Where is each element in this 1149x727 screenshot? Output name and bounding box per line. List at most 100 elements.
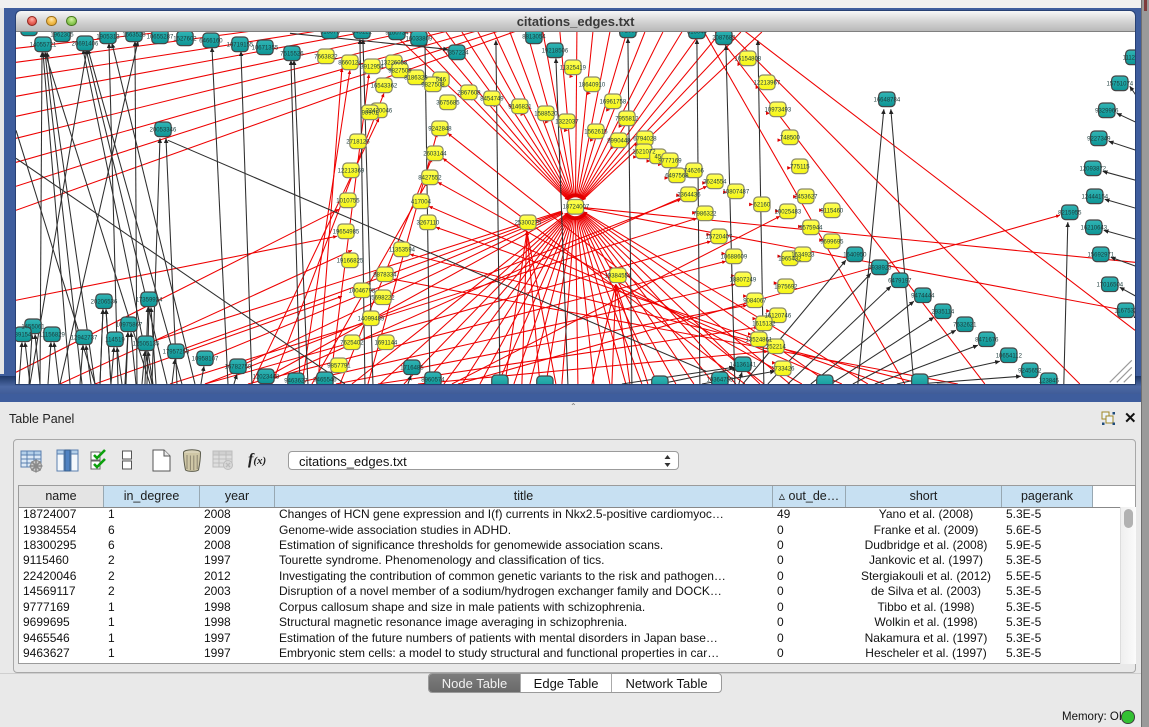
svg-text:252214: 252214 — [766, 344, 787, 350]
svg-text:417004: 417004 — [411, 199, 432, 205]
svg-text:11325419: 11325419 — [560, 65, 587, 71]
svg-text:1621072: 1621072 — [632, 149, 656, 155]
svg-text:10719155: 10719155 — [227, 42, 254, 48]
svg-text:10958107: 10958107 — [192, 356, 219, 362]
svg-text:816044: 816044 — [687, 32, 708, 35]
svg-text:1562615: 1562615 — [584, 129, 608, 135]
svg-text:123845: 123845 — [1039, 378, 1060, 384]
svg-text:1691144: 1691144 — [375, 340, 399, 346]
svg-text:10025483: 10025483 — [775, 209, 802, 215]
svg-text:15692971: 15692971 — [1087, 252, 1114, 258]
svg-text:16648784: 16648784 — [874, 97, 901, 103]
svg-text:9245652: 9245652 — [1018, 368, 1042, 374]
svg-text:16782759: 16782759 — [225, 364, 252, 370]
svg-text:8471676: 8471676 — [975, 337, 999, 343]
svg-text:10671355: 10671355 — [252, 45, 279, 51]
svg-text:8960574: 8960574 — [421, 377, 445, 383]
svg-text:2087682: 2087682 — [712, 35, 736, 41]
svg-text:62160: 62160 — [754, 202, 771, 208]
svg-text:1663528: 1663528 — [122, 32, 146, 38]
svg-text:2867608: 2867608 — [457, 90, 481, 96]
svg-text:1640950: 1640950 — [843, 252, 867, 258]
svg-text:12023448: 12023448 — [253, 374, 280, 380]
svg-text:9857791: 9857791 — [327, 363, 351, 369]
svg-text:12213369: 12213369 — [338, 168, 365, 174]
svg-text:9084067: 9084067 — [743, 298, 767, 304]
svg-text:16961758: 16961758 — [600, 99, 627, 105]
svg-text:14055721: 14055721 — [30, 42, 57, 48]
svg-text:9575944: 9575944 — [799, 225, 823, 231]
svg-text:9115460: 9115460 — [820, 208, 844, 214]
svg-text:7632621: 7632621 — [953, 322, 977, 328]
svg-text:10655287: 10655287 — [147, 34, 174, 40]
svg-text:12213967: 12213967 — [754, 80, 781, 86]
svg-text:12505135: 12505135 — [133, 341, 160, 347]
svg-text:1010755: 1010755 — [336, 198, 360, 204]
svg-text:7357224: 7357224 — [445, 50, 469, 56]
svg-text:16543362: 16543362 — [371, 83, 398, 89]
svg-text:18807249: 18807249 — [730, 277, 757, 283]
svg-text:10688609: 10688609 — [721, 254, 748, 260]
svg-text:2718126: 2718126 — [346, 139, 370, 145]
svg-text:9699695: 9699695 — [820, 239, 844, 245]
svg-text:1453627: 1453627 — [794, 194, 818, 200]
svg-text:6466160: 6466160 — [199, 38, 223, 44]
svg-text:7955812: 7955812 — [615, 116, 639, 122]
svg-text:1962305: 1962305 — [50, 32, 74, 38]
svg-text:1905313: 1905313 — [96, 34, 120, 40]
svg-text:9242848: 9242848 — [428, 126, 452, 132]
svg-text:8427552: 8427552 — [418, 175, 442, 181]
svg-text:10973493: 10973493 — [765, 107, 792, 113]
svg-text:9329966: 9329966 — [1095, 108, 1119, 114]
svg-text:10654112: 10654112 — [996, 353, 1023, 359]
svg-text:19218506: 19218506 — [542, 48, 569, 54]
svg-text:98901: 98901 — [362, 110, 379, 116]
svg-text:20053346: 20053346 — [150, 127, 177, 133]
svg-text:16033809: 16033809 — [406, 36, 433, 42]
svg-text:1716485: 1716485 — [400, 365, 424, 371]
svg-text:15751074: 15751074 — [1106, 81, 1133, 87]
svg-text:12093872: 12093872 — [1079, 166, 1106, 172]
svg-text:114519: 114519 — [105, 337, 125, 343]
svg-text:17957253: 17957253 — [163, 349, 190, 355]
svg-text:746266: 746266 — [684, 168, 705, 174]
svg-text:1322037: 1322037 — [555, 119, 579, 125]
svg-text:18724007: 18724007 — [563, 204, 590, 210]
svg-text:11156829: 11156829 — [39, 332, 65, 338]
svg-text:8454749: 8454749 — [480, 96, 504, 102]
svg-text:8813054: 8813054 — [522, 34, 546, 40]
svg-text:13524861: 13524861 — [746, 337, 773, 343]
svg-text:1634923: 1634923 — [791, 252, 815, 258]
svg-text:7986322: 7986322 — [693, 211, 717, 217]
svg-text:16210643: 16210643 — [1080, 225, 1107, 231]
svg-text:3267110: 3267110 — [416, 220, 440, 226]
svg-text:16154808: 16154808 — [735, 56, 762, 62]
svg-text:19654985: 19654985 — [333, 229, 360, 235]
svg-text:14136141: 14136141 — [730, 362, 757, 368]
svg-text:8878334: 8878334 — [373, 272, 397, 278]
svg-text:8215955: 8215955 — [1058, 210, 1082, 216]
svg-text:8938923: 8938923 — [868, 265, 892, 271]
svg-text:9827508: 9827508 — [421, 82, 445, 88]
svg-text:1615132: 1615132 — [752, 321, 776, 327]
svg-text:775115: 775115 — [790, 164, 810, 170]
svg-text:16120746: 16120746 — [765, 313, 792, 319]
svg-text:17359924: 17359924 — [136, 297, 163, 303]
svg-text:845121: 845121 — [352, 32, 373, 35]
svg-text:7625402: 7625402 — [340, 340, 364, 346]
svg-text:2603144: 2603144 — [423, 151, 447, 157]
svg-text:7515526: 7515526 — [280, 51, 304, 57]
svg-text:25300275: 25300275 — [515, 220, 542, 226]
svg-text:12444154: 12444154 — [1081, 194, 1108, 200]
svg-text:14099489: 14099489 — [358, 316, 385, 322]
svg-text:9146821: 9146821 — [508, 104, 532, 110]
svg-text:13226058: 13226058 — [381, 60, 408, 66]
svg-text:9465546: 9465546 — [313, 377, 337, 383]
svg-text:9227349: 9227349 — [1087, 136, 1111, 142]
svg-text:9474444: 9474444 — [911, 293, 935, 299]
svg-text:916073: 916073 — [320, 32, 341, 35]
svg-text:1733426: 1733426 — [771, 366, 795, 372]
svg-text:19166825: 19166825 — [337, 258, 364, 264]
svg-text:11353594: 11353594 — [389, 247, 416, 253]
svg-text:8660124: 8660124 — [338, 60, 362, 66]
